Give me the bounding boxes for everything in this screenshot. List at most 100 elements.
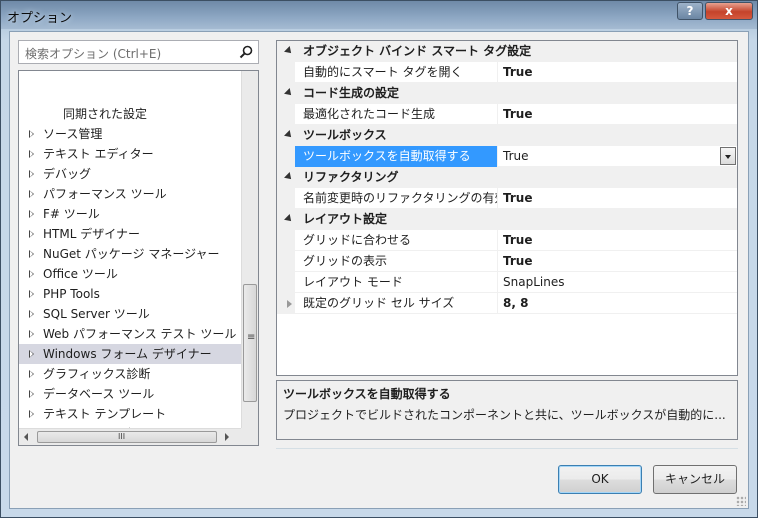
tree-item[interactable]: Windows フォーム デザイナー — [19, 344, 241, 364]
ok-button[interactable]: OK — [558, 465, 642, 494]
property-category[interactable]: リファクタリング — [277, 167, 737, 188]
dropdown-arrow-icon[interactable] — [720, 147, 736, 165]
property-name[interactable]: ツールボックスを自動取得する — [295, 146, 498, 167]
tree-item-label: Office ツール — [43, 267, 118, 281]
property-category-label: オブジェクト バインド スマート タグ設定 — [303, 44, 532, 58]
property-row[interactable]: レイアウト モード SnapLines — [277, 272, 737, 293]
property-value[interactable]: True — [503, 62, 733, 83]
tree-item[interactable]: テキスト テンプレート — [19, 404, 241, 424]
options-dialog: オプション ? x 検索オプション (Ctrl+E) ワークフロー デザイナーテ… — [0, 0, 758, 518]
scroll-left-icon[interactable] — [24, 433, 28, 441]
property-value[interactable]: 8, 8 — [503, 293, 733, 314]
property-row[interactable]: グリッドに合わせる True — [277, 230, 737, 251]
tree-vertical-scroll-thumb[interactable]: ≡ — [243, 284, 257, 402]
collapse-arrow-icon[interactable] — [284, 88, 294, 98]
tree-vertical-scrollbar[interactable]: ≡ — [241, 71, 258, 428]
property-row[interactable]: 最適化されたコード生成 True — [277, 104, 737, 125]
property-value[interactable]: True — [503, 146, 733, 167]
property-name[interactable]: グリッドの表示 — [295, 251, 498, 272]
tree-item[interactable]: Office ツール — [19, 264, 241, 284]
tree-item-label: データベース ツール — [43, 387, 155, 401]
expand-arrow-icon[interactable] — [29, 350, 34, 358]
property-row[interactable]: ツールボックスを自動取得する True — [277, 146, 737, 167]
expand-arrow-icon[interactable] — [29, 310, 34, 318]
property-value[interactable]: True — [503, 230, 733, 251]
tree-item[interactable]: PHP Tools — [19, 284, 241, 304]
collapse-arrow-icon[interactable] — [284, 46, 294, 56]
expand-arrow-icon[interactable] — [29, 150, 34, 158]
property-value[interactable]: True — [503, 251, 733, 272]
expand-arrow-icon[interactable] — [29, 250, 34, 258]
expand-arrow-icon[interactable] — [29, 390, 34, 398]
expand-arrow-icon[interactable] — [29, 210, 34, 218]
expand-arrow-icon[interactable] — [287, 300, 292, 308]
search-placeholder: 検索オプション (Ctrl+E) — [25, 47, 162, 61]
tree-item[interactable]: グラフィックス診断 — [19, 364, 241, 384]
search-icon[interactable] — [238, 44, 254, 60]
tree-item[interactable]: NuGet パッケージ マネージャー — [19, 244, 241, 264]
expand-arrow-icon[interactable] — [29, 330, 34, 338]
property-row[interactable]: 自動的にスマート タグを開く True — [277, 62, 737, 83]
collapse-arrow-icon[interactable] — [284, 130, 294, 140]
help-button[interactable]: ? — [677, 2, 703, 20]
expand-arrow-icon[interactable] — [29, 370, 34, 378]
property-name[interactable]: 最適化されたコード生成 — [295, 104, 498, 125]
expand-arrow-icon[interactable] — [29, 410, 34, 418]
property-row[interactable]: グリッドの表示 True — [277, 251, 737, 272]
expand-arrow-icon[interactable] — [29, 190, 34, 198]
divider — [276, 448, 738, 449]
tree-item-label: HTML デザイナー — [43, 227, 140, 241]
tree-item[interactable]: パフォーマンス ツール — [19, 184, 241, 204]
collapse-arrow-icon[interactable] — [284, 172, 294, 182]
resize-grip-icon[interactable] — [736, 496, 746, 506]
title-bar[interactable]: オプション ? x — [1, 1, 757, 29]
options-tree: ワークフロー デザイナーテキスト テンプレートデータベース ツールグラフィックス… — [18, 70, 259, 446]
tree-item-label: Web パフォーマンス テスト ツール — [43, 327, 237, 341]
property-value[interactable]: True — [503, 188, 733, 209]
property-gutter — [277, 272, 295, 293]
property-name[interactable]: 既定のグリッド セル サイズ — [295, 293, 498, 314]
tree-item[interactable]: HTML デザイナー — [19, 224, 241, 244]
property-value[interactable]: True — [503, 104, 733, 125]
property-category[interactable]: レイアウト設定 — [277, 209, 737, 230]
close-button[interactable]: x — [705, 2, 753, 20]
property-row[interactable]: 名前変更時のリファクタリングの有効 True — [277, 188, 737, 209]
expand-arrow-icon[interactable] — [29, 290, 34, 298]
property-category-label: リファクタリング — [303, 170, 399, 184]
property-name[interactable]: 自動的にスマート タグを開く — [295, 62, 498, 83]
property-name[interactable]: グリッドに合わせる — [295, 230, 498, 251]
search-input[interactable]: 検索オプション (Ctrl+E) — [18, 40, 259, 64]
property-category-label: コード生成の設定 — [303, 86, 400, 100]
collapse-arrow-icon[interactable] — [284, 214, 294, 224]
tree-item[interactable]: データベース ツール — [19, 384, 241, 404]
property-name[interactable]: 名前変更時のリファクタリングの有効 — [295, 188, 498, 209]
property-category[interactable]: オブジェクト バインド スマート タグ設定 — [277, 41, 737, 62]
property-category[interactable]: コード生成の設定 — [277, 83, 737, 104]
tree-item[interactable]: F# ツール — [19, 204, 241, 224]
tree-horizontal-scroll-thumb[interactable]: III — [37, 431, 217, 443]
expand-arrow-icon[interactable] — [29, 270, 34, 278]
scroll-right-icon[interactable] — [225, 433, 229, 441]
property-category[interactable]: ツールボックス — [277, 125, 737, 146]
tree-item[interactable]: Web パフォーマンス テスト ツール — [19, 324, 241, 344]
tree-item[interactable]: テキスト エディター — [19, 144, 241, 164]
property-row[interactable]: 既定のグリッド セル サイズ 8, 8 — [277, 293, 737, 314]
expand-arrow-icon[interactable] — [29, 170, 34, 178]
expand-arrow-icon[interactable] — [29, 130, 34, 138]
tree-item[interactable]: ソース管理 — [19, 124, 241, 144]
tree-horizontal-scrollbar[interactable]: III — [19, 428, 241, 445]
property-gutter — [277, 188, 295, 209]
property-name[interactable]: レイアウト モード — [295, 272, 498, 293]
expand-arrow-icon[interactable] — [29, 230, 34, 238]
property-value[interactable]: SnapLines — [503, 272, 733, 293]
tree-item[interactable]: デバッグ — [19, 164, 241, 184]
tree-item-label: ソース管理 — [43, 127, 103, 141]
cancel-button[interactable]: キャンセル — [653, 465, 737, 494]
tree-item[interactable]: 同期された設定 — [19, 104, 241, 124]
description-text: プロジェクトでビルドされたコンポーネントと共に、ツールボックスが自動的に... — [283, 408, 726, 422]
tree-item-label: パフォーマンス ツール — [43, 187, 167, 201]
property-gutter — [277, 293, 295, 314]
tree-item[interactable]: SQL Server ツール — [19, 304, 241, 324]
tree-item-label: グラフィックス診断 — [43, 367, 151, 381]
tree-item-label: Windows フォーム デザイナー — [43, 347, 212, 361]
